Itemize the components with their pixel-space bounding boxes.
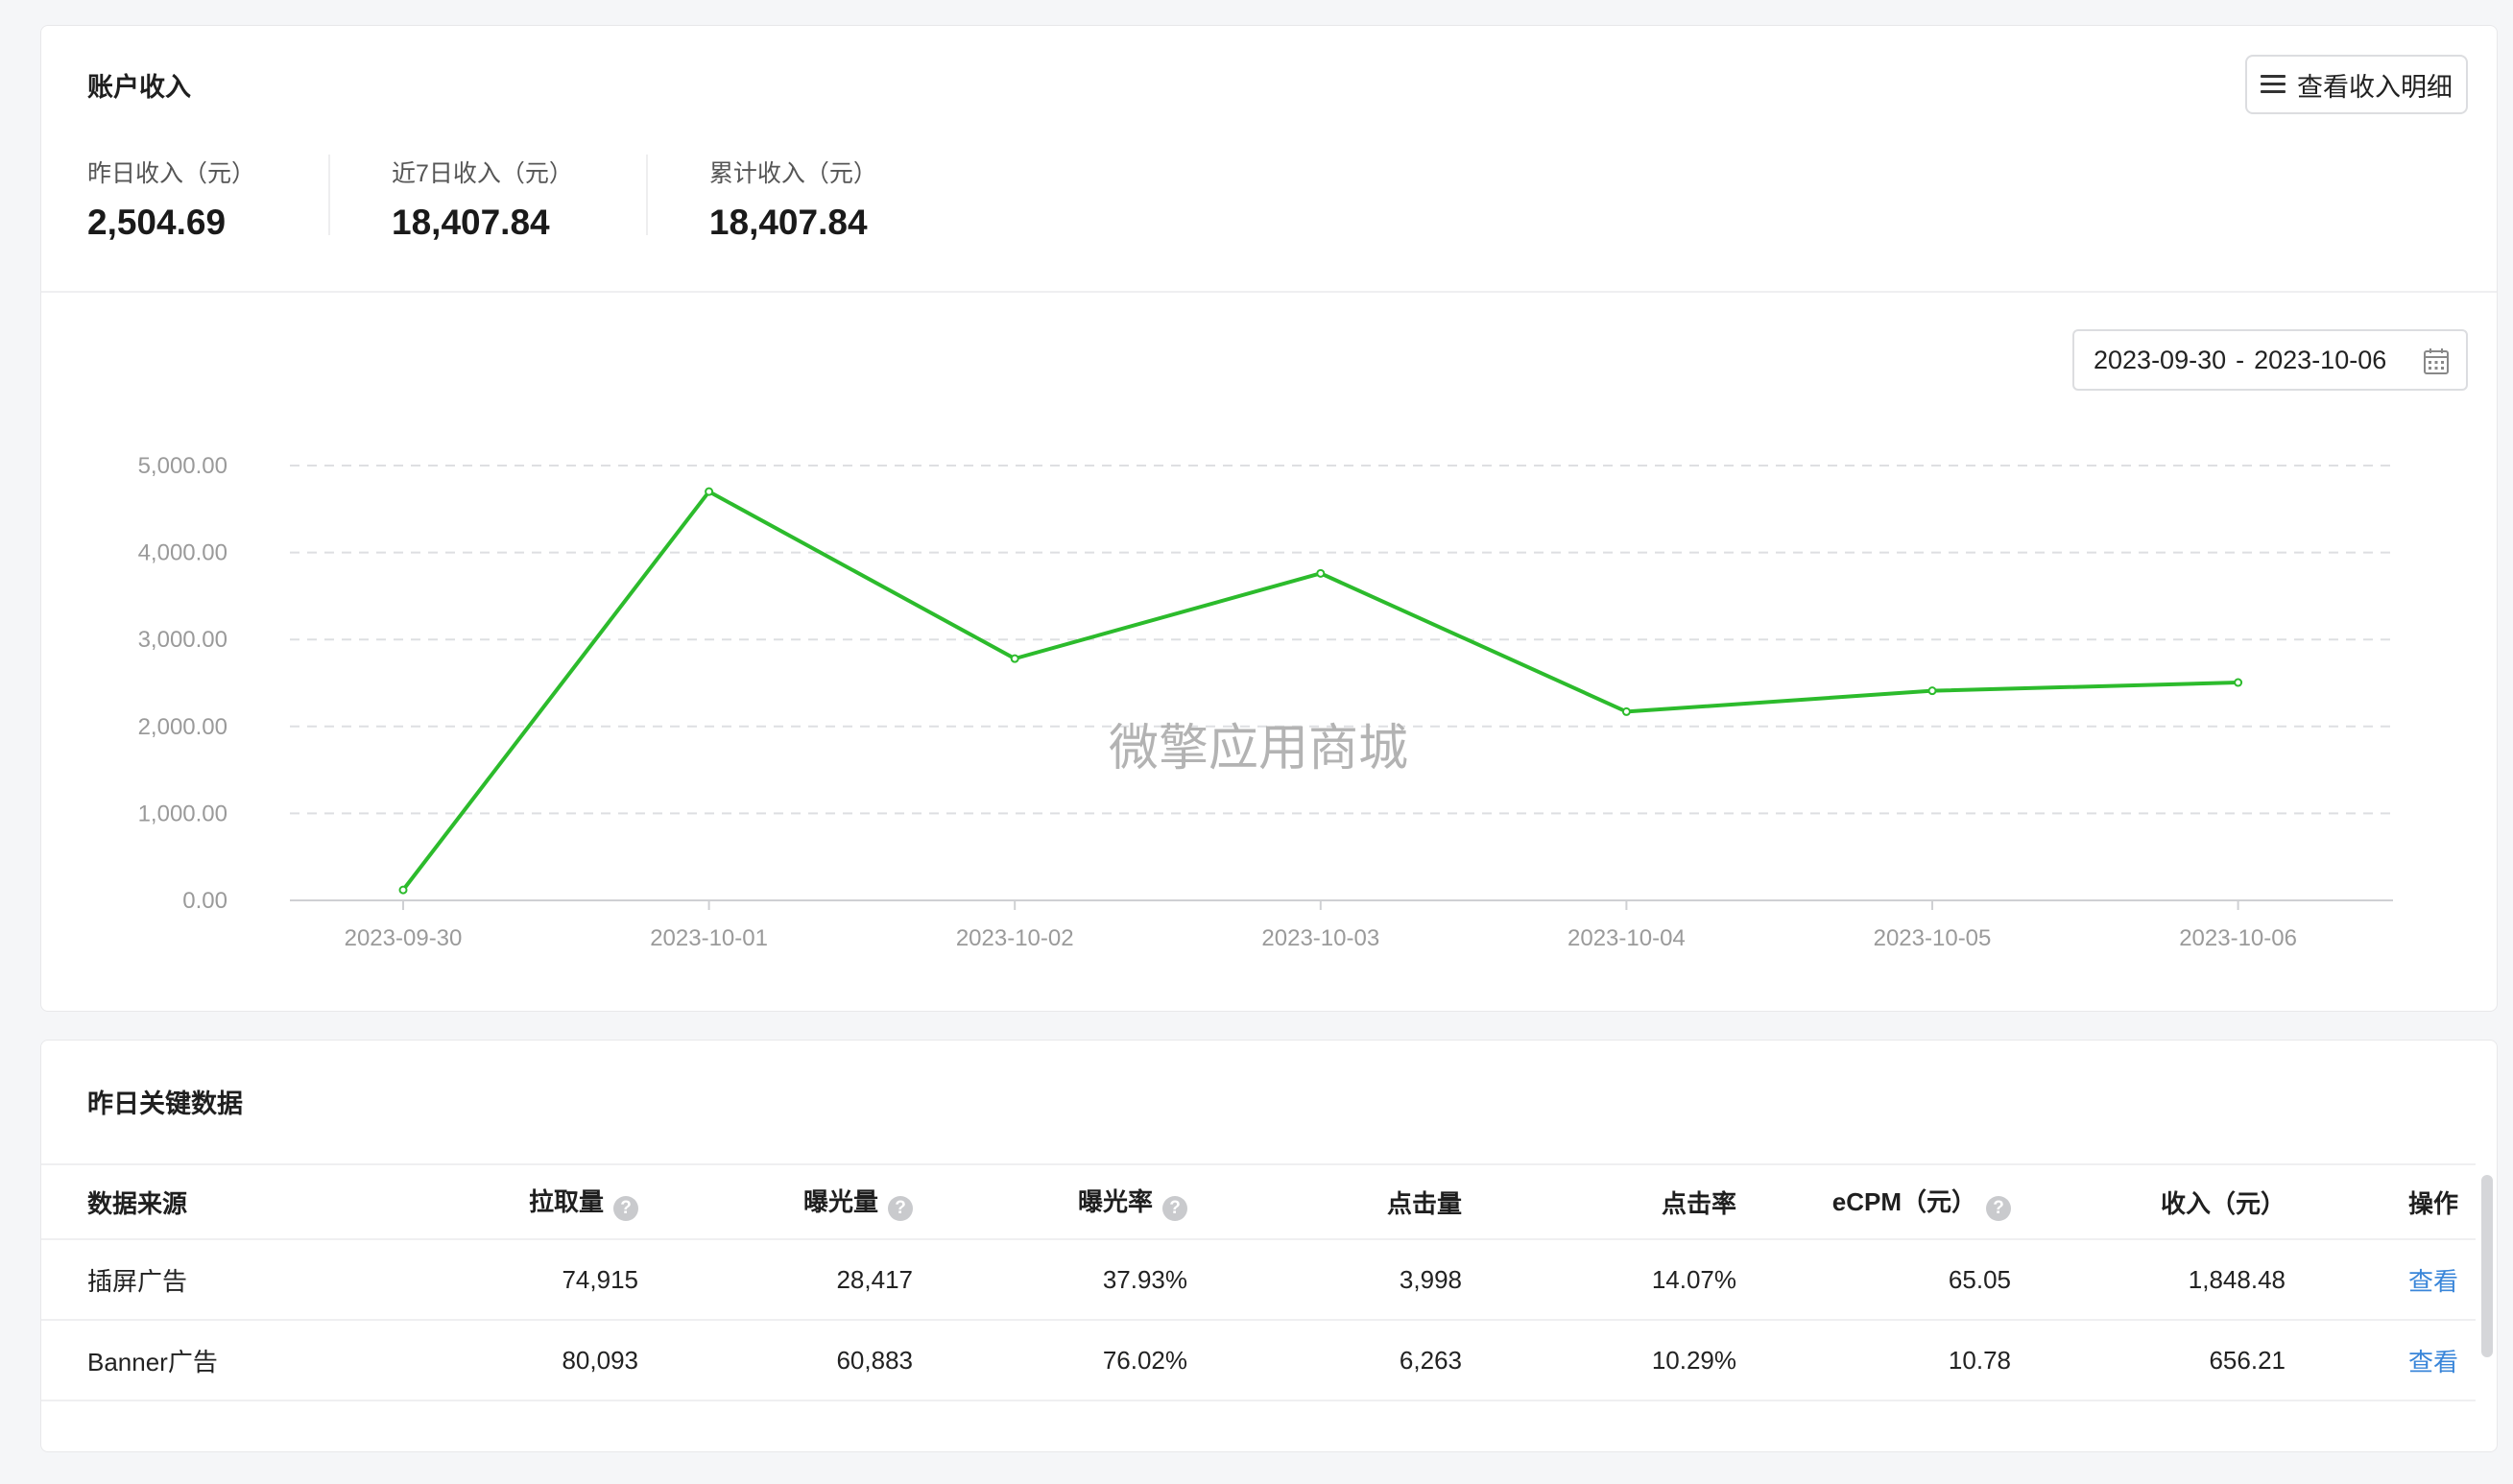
view-link[interactable]: 查看 <box>2408 1267 2458 1296</box>
income-series-line <box>401 490 2238 892</box>
cell-pulls: 74,915 <box>562 1264 638 1294</box>
y-tick-label: 0.00 <box>182 888 227 914</box>
y-tick-label: 3,000.00 <box>138 627 227 653</box>
help-icon[interactable]: ? <box>888 1196 913 1221</box>
column-header-income: 收入（元） <box>2160 1188 2286 1218</box>
x-tick-label: 2023-10-04 <box>1568 925 1686 951</box>
cell-action: 查看 <box>2286 1262 2458 1298</box>
column-header-impressions: 曝光量? <box>638 1183 913 1221</box>
x-tick-label: 2023-10-05 <box>1874 925 1992 951</box>
x-tick-label: 2023-10-06 <box>2179 925 2297 951</box>
y-tick-label: 4,000.00 <box>138 540 227 566</box>
cell-ecpm: 10.78 <box>1948 1345 2011 1375</box>
help-icon[interactable]: ? <box>1162 1196 1187 1221</box>
cell-clicks: 3,998 <box>1399 1264 1462 1294</box>
y-tick-label: 5,000.00 <box>138 453 227 479</box>
data-point[interactable] <box>2234 678 2243 687</box>
cell-ecpm: 65.05 <box>1948 1264 2011 1294</box>
column-header-ecpm: eCPM（元）? <box>1736 1183 2011 1221</box>
view-link[interactable]: 查看 <box>2408 1348 2458 1376</box>
key-data-table: 数据来源 拉取量? 曝光量? 曝光率? 点击量 点击率 eCPM（元）? 收入（… <box>41 1163 2476 1401</box>
column-header-action: 操作 <box>2407 1188 2458 1218</box>
income-line-chart: 2023-09-30 2023-10-01 2023-10-02 2023-10-03… <box>138 453 2393 951</box>
table-row: 插屏广告 74,915 28,417 37.93% 3,998 14.07% 6… <box>41 1240 2476 1321</box>
key-data-card: 昨日关键数据 数据来源 拉取量? 曝光量? 曝光率? 点击量 点击率 eCPM（… <box>40 1040 2498 1452</box>
cell-source: Banner广告 <box>87 1347 218 1376</box>
cell-income: 1,848.48 <box>2188 1264 2286 1294</box>
key-data-card-title: 昨日关键数据 <box>87 1089 243 1118</box>
x-tick-label: 2023-10-03 <box>1261 925 1379 951</box>
x-tick-label: 2023-09-30 <box>345 925 463 951</box>
cell-pulls: 80,093 <box>562 1345 638 1375</box>
cell-impressions: 60,883 <box>836 1345 913 1375</box>
cell-impression-rate: 37.93% <box>1102 1264 1187 1294</box>
cell-impressions: 28,417 <box>836 1264 913 1294</box>
cell-impression-rate: 76.02% <box>1102 1345 1187 1375</box>
cell-income: 656.21 <box>2209 1345 2286 1375</box>
cell-action: 查看 <box>2286 1343 2458 1378</box>
y-tick-label: 1,000.00 <box>138 801 227 826</box>
column-header-ctr: 点击率 <box>1661 1188 1736 1218</box>
data-point[interactable] <box>1316 568 1326 578</box>
x-tick-label: 2023-10-02 <box>956 925 1074 951</box>
column-header-pulls: 拉取量? <box>364 1183 638 1221</box>
column-header-impression-rate: 曝光率? <box>913 1183 1187 1221</box>
data-point[interactable] <box>1927 686 1937 696</box>
column-header-clicks: 点击量 <box>1386 1188 1462 1218</box>
cell-source: 插屏广告 <box>87 1266 188 1296</box>
cell-ctr: 14.07% <box>1651 1264 1736 1294</box>
table-scrollbar[interactable] <box>2481 1175 2493 1357</box>
watermark-text: 微擎应用商城 <box>1109 720 1408 778</box>
x-tick-label: 2023-10-01 <box>650 925 768 951</box>
data-point[interactable] <box>398 885 408 895</box>
y-tick-label: 2,000.00 <box>138 714 227 740</box>
column-header-source: 数据来源 <box>87 1188 188 1218</box>
income-card: 账户收入 查看收入明细 昨日收入（元） 2,504.69 近7日收入（元） 18… <box>40 25 2498 1012</box>
data-point[interactable] <box>1621 706 1631 716</box>
cell-ctr: 10.29% <box>1651 1345 1736 1375</box>
data-point[interactable] <box>705 487 714 496</box>
data-point[interactable] <box>1010 654 1019 663</box>
table-header-row: 数据来源 拉取量? 曝光量? 曝光率? 点击量 点击率 eCPM（元）? 收入（… <box>41 1163 2476 1240</box>
table-row: Banner广告 80,093 60,883 76.02% 6,263 10.2… <box>41 1321 2476 1401</box>
help-icon[interactable]: ? <box>613 1196 638 1221</box>
help-icon[interactable]: ? <box>1986 1196 2011 1221</box>
cell-clicks: 6,263 <box>1399 1345 1462 1375</box>
